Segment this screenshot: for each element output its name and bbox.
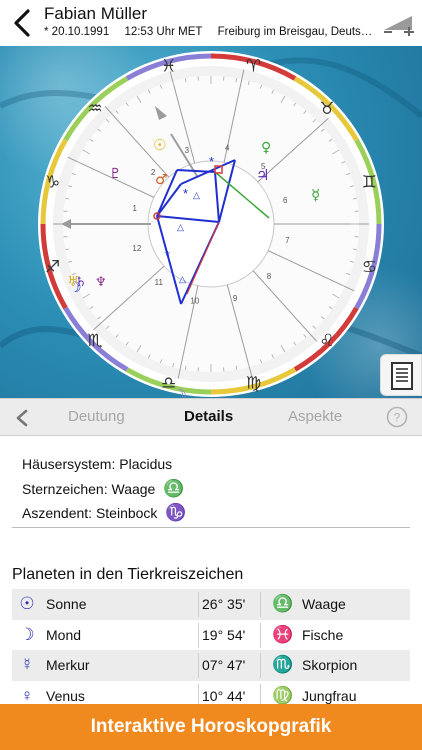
house-number: 10 bbox=[190, 296, 199, 305]
zodiac-glyph: ♊ bbox=[362, 173, 377, 193]
zodiac-glyph: ♑ bbox=[45, 173, 60, 193]
capricorn-icon: ♑ bbox=[165, 503, 187, 522]
person-name: Fabian Müller bbox=[44, 4, 147, 23]
planets-title: Planeten in den Tierkreiszeichen bbox=[12, 566, 244, 583]
svg-text:☽: ☽ bbox=[171, 386, 187, 398]
birth-time: 12:53 Uhr MET bbox=[124, 26, 203, 38]
sun-sign-label: Sternzeichen: bbox=[22, 480, 108, 497]
svg-text:*: * bbox=[209, 154, 214, 169]
house-system-value: Placidus bbox=[119, 456, 173, 472]
svg-text:♄: ♄ bbox=[75, 275, 87, 290]
house-number: 6 bbox=[283, 196, 288, 205]
moon-icon: ☽ bbox=[19, 624, 35, 644]
tab-aspekte[interactable]: Aspekte bbox=[288, 408, 342, 425]
tab-details[interactable]: Details bbox=[184, 408, 233, 425]
birth-data: * 20.10.1991 12:53 Uhr MET Freiburg im B… bbox=[44, 26, 376, 38]
birth-date: * 20.10.1991 bbox=[44, 26, 110, 38]
document-icon bbox=[391, 362, 413, 390]
house-number: 3 bbox=[185, 146, 190, 155]
sun-sign-value: Waage bbox=[111, 480, 156, 497]
table-row[interactable]: ☽ Mond 19° 54' ♓ Fische bbox=[12, 620, 410, 651]
house-number: 9 bbox=[233, 294, 238, 303]
ascendant-value: Steinbock bbox=[95, 505, 158, 521]
chart-info: Häusersystem: Placidus Sternzeichen: Waa… bbox=[22, 452, 187, 526]
planet-degree: 26° 35' bbox=[202, 596, 246, 612]
tab-bar: Deutung Details Aspekte ? bbox=[0, 398, 422, 436]
svg-text:?: ? bbox=[394, 411, 401, 425]
table-row[interactable]: ☉ Sonne 26° 35' ♎ Waage bbox=[12, 589, 410, 620]
svg-text:☿: ☿ bbox=[311, 186, 320, 204]
document-button[interactable] bbox=[380, 354, 422, 396]
planet-name: Mond bbox=[46, 626, 82, 643]
planet-sign: Fische bbox=[302, 626, 344, 643]
sun-sign-line: Sternzeichen: Waage ♎ bbox=[22, 477, 187, 502]
svg-text:*: * bbox=[183, 186, 188, 201]
svg-text:♃: ♃ bbox=[256, 166, 269, 184]
svg-text:△: △ bbox=[179, 274, 186, 284]
planet-sign: Skorpion bbox=[302, 657, 358, 673]
chart-wheel: ♑♒♓ ♈♉♊♋♌♍♎♏♐ 123 456789101112 * * * △ △… bbox=[0, 46, 422, 398]
svg-text:☉: ☉ bbox=[153, 136, 166, 154]
help-icon[interactable]: ? bbox=[386, 406, 408, 428]
house-system-label: Häusersystem: bbox=[22, 456, 116, 472]
libra-icon: ♎ bbox=[272, 594, 294, 613]
interactive-chart-banner[interactable]: Interaktive Horoskopgrafik bbox=[0, 704, 422, 750]
zoom-slider-icon[interactable] bbox=[382, 10, 416, 36]
planet-sign: Waage bbox=[302, 596, 346, 612]
planets-table: ☉ Sonne 26° 35' ♎ Waage ☽ Mond 19° 54' ♓… bbox=[12, 589, 410, 711]
svg-text:♂: ♂ bbox=[155, 172, 168, 188]
svg-text:△: △ bbox=[193, 190, 200, 200]
divider bbox=[12, 527, 410, 528]
zodiac-glyph: ♓ bbox=[161, 57, 176, 77]
ascendant-line: Aszendent: Steinbock ♑ bbox=[22, 501, 187, 526]
svg-text:*: * bbox=[165, 248, 170, 263]
planet-name: Sonne bbox=[46, 596, 87, 612]
planet-name: Merkur bbox=[46, 657, 90, 673]
ascendant-label: Aszendent: bbox=[22, 505, 93, 521]
app-header: Fabian Müller * 20.10.1991 12:53 Uhr MET… bbox=[0, 0, 422, 46]
house-system-line: Häusersystem: Placidus bbox=[22, 452, 187, 477]
svg-text:♆: ♆ bbox=[95, 275, 107, 290]
tab-back-icon[interactable] bbox=[14, 408, 30, 428]
sun-icon: ☉ bbox=[19, 594, 35, 613]
svg-text:♀: ♀ bbox=[261, 140, 271, 156]
house-number: 7 bbox=[285, 236, 290, 245]
zodiac-glyph: ♏ bbox=[87, 331, 102, 351]
horoscope-chart[interactable]: ♑ ♒ ♓ ♈ ♉ ♊ ♋ ♌ ♍ ♎ ♏ ♐ 1 2 3 4 5 6 7 8 9 10 11 12 * bbox=[0, 46, 422, 398]
house-number: 11 bbox=[155, 278, 164, 287]
back-icon[interactable] bbox=[8, 6, 36, 40]
tab-deutung[interactable]: Deutung bbox=[68, 408, 125, 425]
table-row[interactable]: ☿ Merkur 07° 47' ♏ Skorpion bbox=[12, 650, 410, 681]
zodiac-glyph: ♋ bbox=[362, 257, 377, 277]
zodiac-glyph: ♒ bbox=[87, 99, 102, 119]
house-number: 12 bbox=[132, 244, 141, 253]
house-number: 1 bbox=[132, 204, 137, 213]
planet-degree: 07° 47' bbox=[202, 657, 246, 673]
zodiac-glyph: ♍ bbox=[246, 373, 261, 393]
horoscope-screen: { "header": { "name": "Fabian Müller", "… bbox=[0, 0, 422, 750]
mercury-icon: ☿ bbox=[20, 655, 34, 674]
house-number: 8 bbox=[267, 272, 272, 281]
scorpio-icon: ♏ bbox=[272, 655, 294, 674]
svg-text:△: △ bbox=[177, 222, 184, 232]
zodiac-glyph: ♈ bbox=[246, 57, 261, 77]
birth-place: Freiburg im Breisgau, Deuts… bbox=[217, 26, 373, 38]
zodiac-glyph: ♉ bbox=[319, 99, 334, 119]
libra-icon: ♎ bbox=[163, 478, 185, 498]
pisces-icon: ♓ bbox=[272, 624, 294, 644]
planet-degree: 19° 54' bbox=[202, 626, 246, 643]
house-number: 4 bbox=[225, 144, 230, 153]
zodiac-glyph: ♐ bbox=[45, 257, 60, 277]
svg-text:♇: ♇ bbox=[109, 166, 122, 182]
zodiac-glyph: ♌ bbox=[319, 331, 334, 351]
